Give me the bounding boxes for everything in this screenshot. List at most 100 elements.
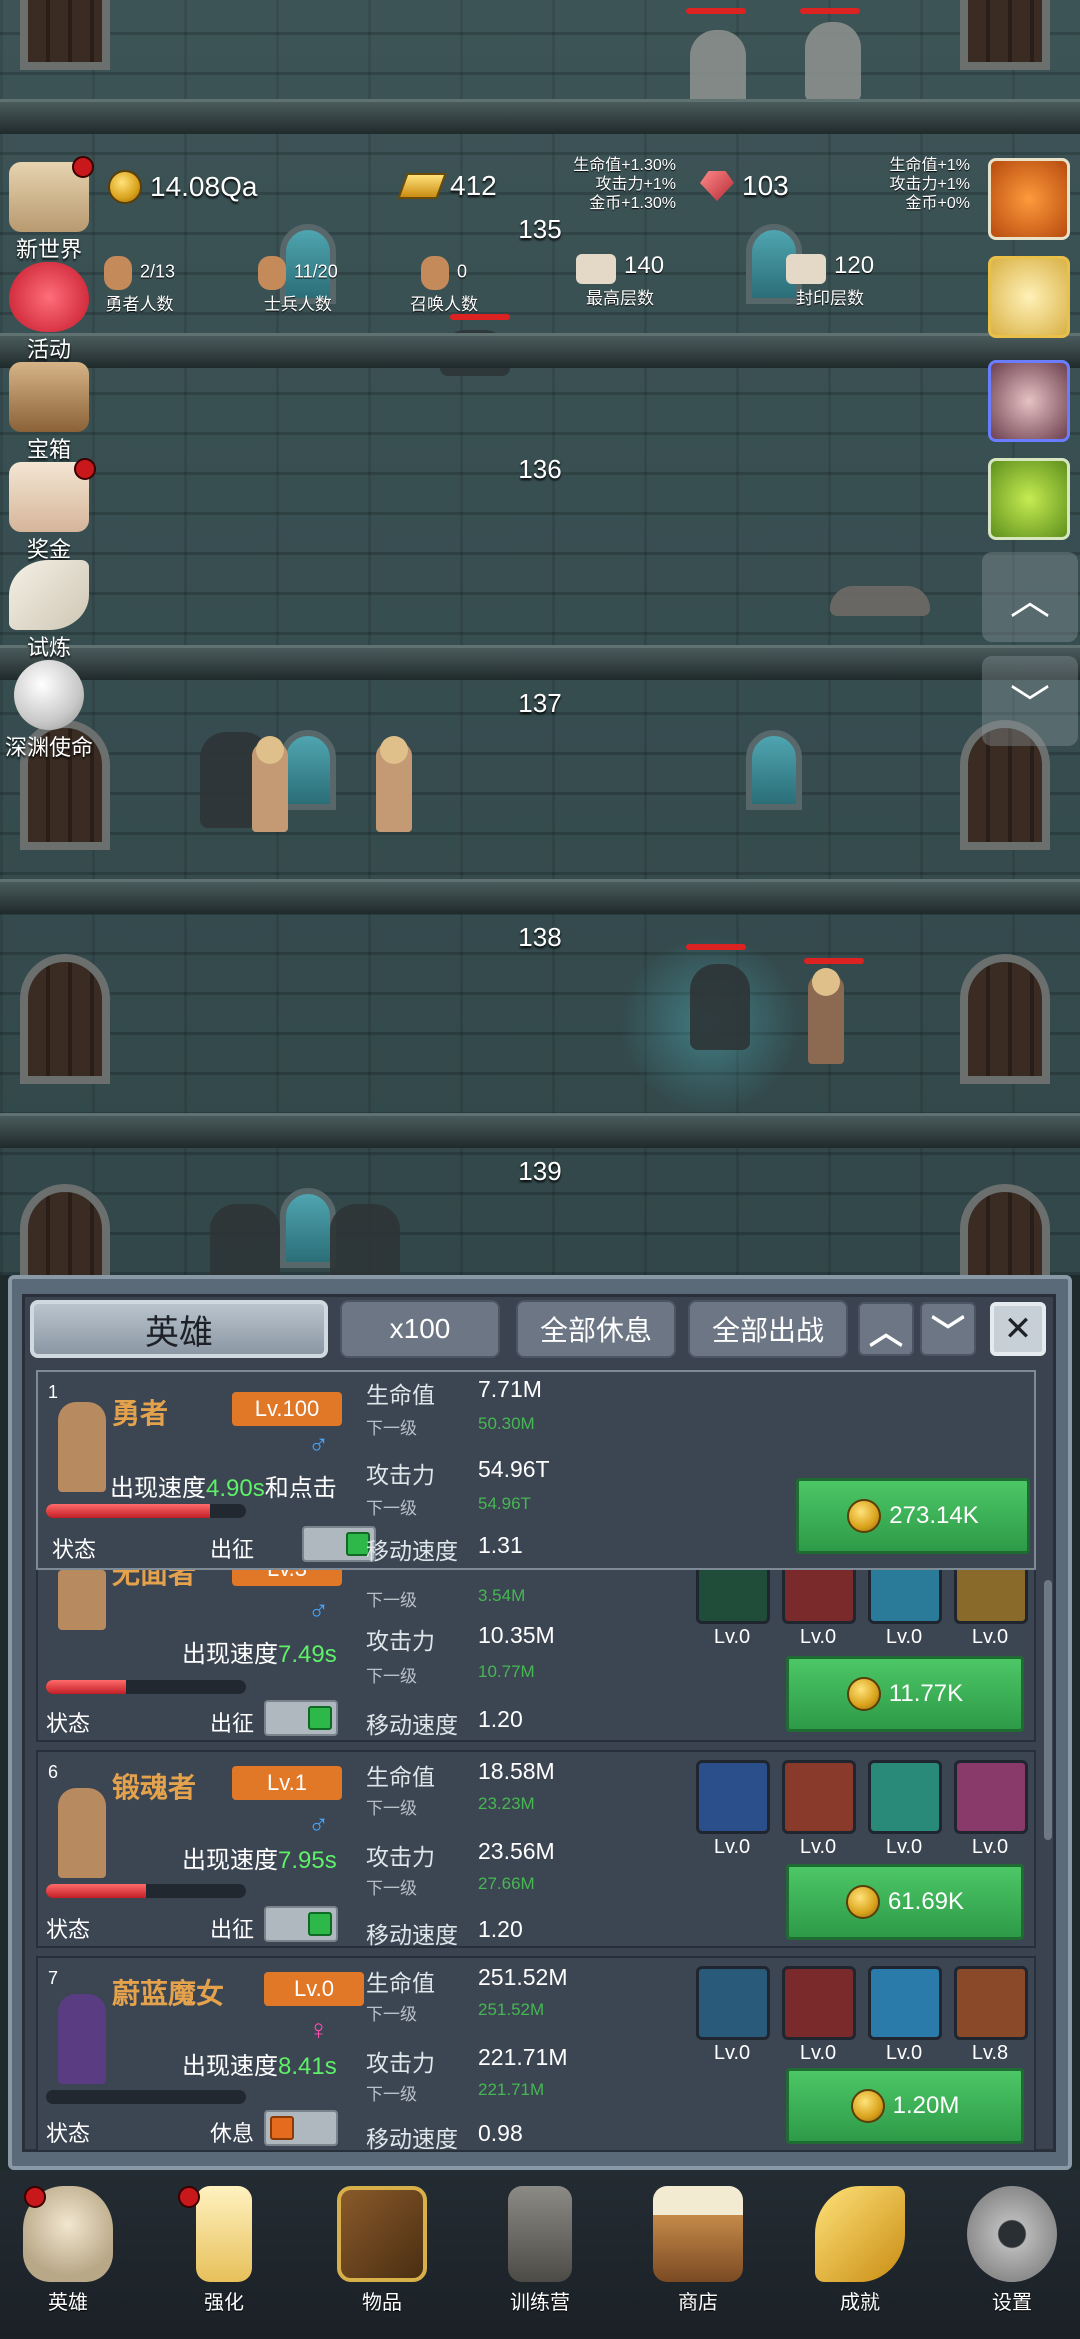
key-icon bbox=[815, 2186, 905, 2282]
zombie-enemy[interactable] bbox=[808, 968, 844, 1064]
deploy-toggle[interactable] bbox=[264, 1906, 338, 1942]
gold-bar-counter: 412 bbox=[397, 170, 497, 202]
floor-number: 139 bbox=[518, 1156, 562, 1186]
side-label: 深渊使命 bbox=[4, 735, 93, 760]
hooded-enemy[interactable] bbox=[210, 1204, 280, 1275]
atk-value: 23.56M bbox=[478, 1838, 555, 1864]
deploy-all-button[interactable]: 全部出战 bbox=[688, 1300, 848, 1358]
side-trial[interactable]: 试炼 bbox=[4, 560, 94, 662]
slime-item-icon[interactable] bbox=[988, 458, 1070, 540]
side-chest[interactable]: 宝箱 bbox=[4, 362, 94, 464]
nav-heroes[interactable]: 英雄 bbox=[8, 2186, 128, 2315]
upgrade-button[interactable]: 11.77K bbox=[786, 1656, 1024, 1732]
nav-settings[interactable]: 设置 bbox=[952, 2186, 1072, 2315]
gem-value: 103 bbox=[742, 170, 789, 201]
nav-training-camp[interactable]: 训练营 bbox=[480, 2186, 600, 2315]
sort-up-button[interactable]: ︿ bbox=[858, 1302, 914, 1356]
close-button[interactable]: ✕ bbox=[990, 1302, 1046, 1356]
soldier-count-value: 11/20 bbox=[294, 261, 338, 282]
move-speed-label: 移动速度 bbox=[366, 1922, 458, 1948]
scroll-down-button[interactable]: ﹀ bbox=[982, 656, 1078, 746]
speed-label: 出现速度 bbox=[182, 1641, 278, 1668]
side-event[interactable]: 活动 bbox=[4, 262, 94, 364]
door-left bbox=[20, 954, 110, 1084]
candle-item-icon[interactable] bbox=[988, 256, 1070, 338]
equip-level: Lv.0 bbox=[799, 2042, 837, 2064]
nav-label: 设置 bbox=[992, 2292, 1032, 2314]
upgrade-button[interactable]: 61.69K bbox=[786, 1864, 1024, 1940]
ghost-enemy[interactable] bbox=[690, 30, 746, 110]
skull-shield-equip-icon[interactable] bbox=[696, 1760, 770, 1834]
hero-hp-bar bbox=[46, 1680, 246, 1694]
floor-137: 137 bbox=[0, 680, 1080, 914]
hero-hp-fill bbox=[46, 1884, 146, 1898]
portrait-item-icon[interactable] bbox=[988, 360, 1070, 442]
hp-next-value: 50.30M bbox=[478, 1414, 535, 1433]
nav-achievements[interactable]: 成就 bbox=[800, 2186, 920, 2315]
claw-equip-icon[interactable] bbox=[782, 1570, 856, 1624]
pumpkin-item-icon[interactable] bbox=[988, 158, 1070, 240]
atk-next-value: 27.66M bbox=[478, 1874, 535, 1893]
fallen-body bbox=[830, 586, 930, 616]
sword-equip-icon[interactable] bbox=[696, 1570, 770, 1624]
equip-level: Lv.0 bbox=[713, 1836, 751, 1858]
nav-shop[interactable]: 商店 bbox=[638, 2186, 758, 2315]
rest-all-button[interactable]: 全部休息 bbox=[516, 1300, 676, 1358]
spawn-speed: 出现速度7.95s bbox=[182, 1840, 337, 1875]
notification-dot bbox=[74, 458, 96, 480]
nav-enhance[interactable]: 强化 bbox=[164, 2186, 284, 2315]
sword-equip-icon[interactable] bbox=[954, 1966, 1028, 2040]
bonus-coin: 金币+1.30% bbox=[589, 195, 676, 212]
deploy-toggle[interactable] bbox=[302, 1526, 376, 1562]
equip-level: Lv.0 bbox=[713, 1626, 751, 1648]
hooded-enemy[interactable] bbox=[330, 1204, 400, 1275]
hero-count-label: 勇者人数 bbox=[105, 295, 174, 314]
bonus-hp: 生命值+1.30% bbox=[573, 157, 676, 174]
hero-card-6[interactable]: 6 锻魂者 Lv.1 ♂ 出现速度7.95s 状态 出征 生命值 18.58M … bbox=[36, 1750, 1036, 1948]
winged-helmet-equip-icon[interactable] bbox=[868, 1966, 942, 2040]
window bbox=[280, 1188, 336, 1268]
axe-equip-icon[interactable] bbox=[782, 1760, 856, 1834]
nav-label: 商店 bbox=[678, 2292, 718, 2314]
bonus-hp: 生命值+1% bbox=[889, 157, 970, 174]
hp-next-value: 23.23M bbox=[478, 1794, 535, 1813]
upgrade-button[interactable]: 273.14K bbox=[796, 1478, 1030, 1554]
side-abyss-mission[interactable]: 深渊使命 bbox=[4, 660, 94, 762]
floor-139: 139 bbox=[0, 1148, 1080, 1275]
deploy-toggle[interactable] bbox=[264, 1700, 338, 1736]
helmet-equip-icon[interactable] bbox=[954, 1570, 1028, 1624]
spear-equip-icon[interactable] bbox=[782, 1966, 856, 2040]
scroll-up-button[interactable]: ︿ bbox=[982, 552, 1078, 642]
boots-equip-icon[interactable] bbox=[954, 1760, 1028, 1834]
sort-down-button[interactable]: ﹀ bbox=[920, 1302, 976, 1356]
side-new-world[interactable]: 新世界 bbox=[4, 156, 94, 264]
multiplier-button[interactable]: x100 bbox=[340, 1300, 500, 1358]
hero-card-1[interactable]: 1 勇者 Lv.100 ♂ 出现速度4.90s和点击 状态 出征 生命值 7.7… bbox=[36, 1370, 1036, 1570]
panel-scrollbar[interactable] bbox=[1044, 1580, 1052, 1840]
status-label: 状态 bbox=[46, 1917, 91, 1942]
door-left bbox=[20, 1184, 110, 1275]
floor-number: 137 bbox=[518, 688, 562, 718]
speed-label: 出现速度 bbox=[182, 1847, 278, 1874]
nav-label: 训练营 bbox=[510, 2292, 570, 2314]
bonus-atk: 攻击力+1% bbox=[595, 176, 676, 193]
hero-card-2[interactable]: 无面者 Lv.3 ♂ 出现速度7.49s 状态 出征 下一级 3.54M 攻击力… bbox=[36, 1570, 1036, 1742]
highest-floor: 140 最高层数 bbox=[576, 252, 664, 309]
hero-card-7[interactable]: 7 蔚蓝魔女 Lv.0 ♀ 出现速度8.41s 状态 休息 生命值 251.52… bbox=[36, 1956, 1036, 2152]
rest-toggle[interactable] bbox=[264, 2110, 338, 2146]
hooded-enemy[interactable] bbox=[690, 964, 750, 1050]
boots-equip-icon[interactable] bbox=[868, 1570, 942, 1624]
tab-heroes[interactable]: 英雄 bbox=[30, 1300, 328, 1358]
hp-value: 7.71M bbox=[478, 1376, 542, 1402]
lightning-shield-equip-icon[interactable] bbox=[696, 1966, 770, 2040]
side-bonus[interactable]: 奖金 bbox=[4, 458, 96, 564]
hammer-equip-icon[interactable] bbox=[868, 1760, 942, 1834]
nav-items[interactable]: 物品 bbox=[322, 2186, 442, 2315]
upgrade-button[interactable]: 1.20M bbox=[786, 2068, 1024, 2144]
equip-level: Lv.0 bbox=[799, 1626, 837, 1648]
beer-mug-icon bbox=[653, 2186, 743, 2282]
floor-number: 138 bbox=[518, 922, 562, 952]
atk-label: 攻击力 bbox=[366, 1462, 435, 1488]
ghost-enemy[interactable] bbox=[805, 22, 861, 102]
toggle-knob bbox=[270, 2116, 294, 2140]
